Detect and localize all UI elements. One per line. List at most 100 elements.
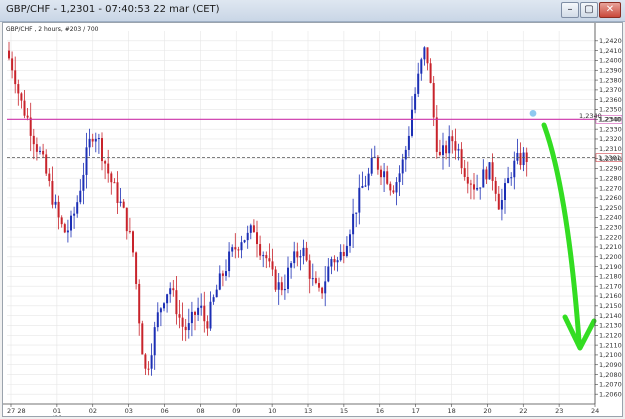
price-tick-label: 1,2400 bbox=[599, 57, 622, 65]
candle-body bbox=[175, 290, 178, 315]
price-tick-label: 1,2170 bbox=[599, 282, 622, 290]
candle-body bbox=[35, 144, 38, 152]
price-tick-label: 1,2180 bbox=[599, 273, 622, 281]
candle-body bbox=[349, 234, 351, 246]
candle-body bbox=[389, 183, 392, 191]
price-axis: 1,2420 1,2410 1,24001,2390 1,2380 1,2370 1,23… bbox=[594, 23, 622, 404]
candle-body bbox=[221, 273, 224, 276]
candle-body bbox=[63, 224, 66, 233]
candle-body bbox=[504, 183, 506, 201]
candle-body bbox=[296, 251, 299, 258]
chart-window[interactable]: GBP/CHF , 2 hours, #203 / 700 1,2340 1,23… bbox=[2, 22, 623, 417]
candle-body bbox=[181, 317, 184, 327]
price-tick-label: 1,2300 bbox=[599, 155, 622, 163]
price-tick-label: 1,2260 bbox=[599, 194, 622, 202]
candle-body bbox=[200, 305, 203, 308]
price-tick-label: 1,2080 bbox=[599, 371, 622, 379]
candle-body bbox=[128, 231, 131, 233]
candle-body bbox=[54, 201, 57, 205]
close-button[interactable]: ✕ bbox=[599, 2, 621, 18]
candle-body bbox=[420, 59, 423, 74]
candle-body bbox=[299, 256, 302, 258]
candle-body bbox=[392, 190, 395, 193]
candle-body bbox=[488, 162, 491, 180]
candle-body bbox=[57, 201, 60, 218]
price-tick-label: 1,2100 bbox=[599, 351, 622, 359]
window-titlebar[interactable]: GBP/CHF - 1,2301 - 07:40:53 22 mar (CET)… bbox=[0, 0, 625, 22]
window-title: GBP/CHF - 1,2301 - 07:40:53 22 mar (CET) bbox=[6, 4, 220, 15]
price-tick-label: 1,2190 bbox=[599, 263, 622, 271]
candle-body bbox=[237, 249, 240, 251]
time-tick-label: 17 bbox=[412, 407, 420, 415]
candle-body bbox=[404, 149, 407, 160]
candle-body bbox=[358, 187, 361, 213]
candle-body bbox=[29, 117, 32, 136]
candle-body bbox=[451, 136, 454, 142]
candle-body bbox=[156, 312, 159, 328]
candle-body bbox=[51, 181, 54, 205]
time-tick-label: 06 bbox=[161, 407, 169, 415]
candle-body bbox=[376, 156, 379, 170]
price-tick-label: 1,2070 bbox=[599, 381, 622, 389]
candle-body bbox=[17, 84, 20, 94]
candle-body bbox=[97, 138, 100, 140]
candle-body bbox=[82, 174, 85, 191]
candle-body bbox=[259, 244, 262, 256]
candle-body bbox=[79, 190, 82, 203]
candle-body bbox=[414, 93, 417, 110]
candle-body bbox=[345, 245, 348, 257]
candle-body bbox=[39, 150, 41, 152]
candle-body bbox=[330, 259, 333, 267]
window-controls: – ▢ ✕ bbox=[561, 2, 621, 18]
candle-body bbox=[203, 305, 206, 322]
price-tick-label: 1,2140 bbox=[599, 312, 622, 320]
price-tick-label: 1,2310 bbox=[599, 145, 622, 153]
price-tick-label: 1,2200 bbox=[599, 253, 622, 261]
candle-body bbox=[438, 151, 441, 156]
candle-body bbox=[113, 182, 116, 184]
candle-body bbox=[463, 168, 466, 177]
candle-body bbox=[271, 261, 274, 270]
candle-body bbox=[218, 273, 221, 290]
price-tick-label: 1,2350 bbox=[599, 106, 622, 114]
candle-body bbox=[352, 213, 355, 235]
candle-body bbox=[42, 150, 45, 155]
candle-body bbox=[485, 169, 488, 180]
candle-body bbox=[20, 93, 23, 101]
candle-body bbox=[147, 368, 150, 370]
price-tick-label: 1,2420 bbox=[599, 37, 622, 45]
maximize-button[interactable]: ▢ bbox=[580, 2, 598, 18]
price-tick-label: 1,2290 bbox=[599, 165, 622, 173]
marker-dot bbox=[529, 109, 537, 117]
candle-body bbox=[283, 288, 286, 291]
candlestick-chart[interactable]: GBP/CHF , 2 hours, #203 / 700 1,23401,23… bbox=[3, 23, 622, 416]
candle-body bbox=[135, 252, 138, 284]
candle-body bbox=[184, 326, 187, 331]
candle-body bbox=[231, 247, 234, 252]
candle-body bbox=[469, 183, 472, 185]
price-tick-label: 1,2210 bbox=[599, 243, 622, 251]
candle-body bbox=[94, 138, 97, 142]
candle-body bbox=[125, 207, 128, 232]
candle-body bbox=[228, 251, 231, 272]
candle-body bbox=[491, 162, 494, 181]
candle-body bbox=[342, 251, 345, 257]
candle-body bbox=[482, 169, 485, 188]
candle-body bbox=[417, 73, 420, 94]
candle-body bbox=[311, 278, 314, 280]
candle-body bbox=[249, 225, 252, 233]
candle-body bbox=[76, 202, 79, 214]
candle-body bbox=[246, 232, 249, 241]
price-tick-label: 1,2320 bbox=[599, 135, 622, 143]
candle-body bbox=[116, 182, 119, 203]
candle-body bbox=[500, 200, 503, 210]
minimize-button[interactable]: – bbox=[561, 2, 579, 18]
price-tick-label: 1,2150 bbox=[599, 302, 622, 310]
candle-body bbox=[178, 314, 181, 318]
candle-body bbox=[497, 193, 500, 210]
time-tick-label: 08 bbox=[196, 407, 204, 415]
price-tick-label: 1,2270 bbox=[599, 184, 622, 192]
candle-body bbox=[333, 259, 336, 263]
candle-body bbox=[370, 157, 373, 174]
candle-body bbox=[423, 47, 426, 60]
